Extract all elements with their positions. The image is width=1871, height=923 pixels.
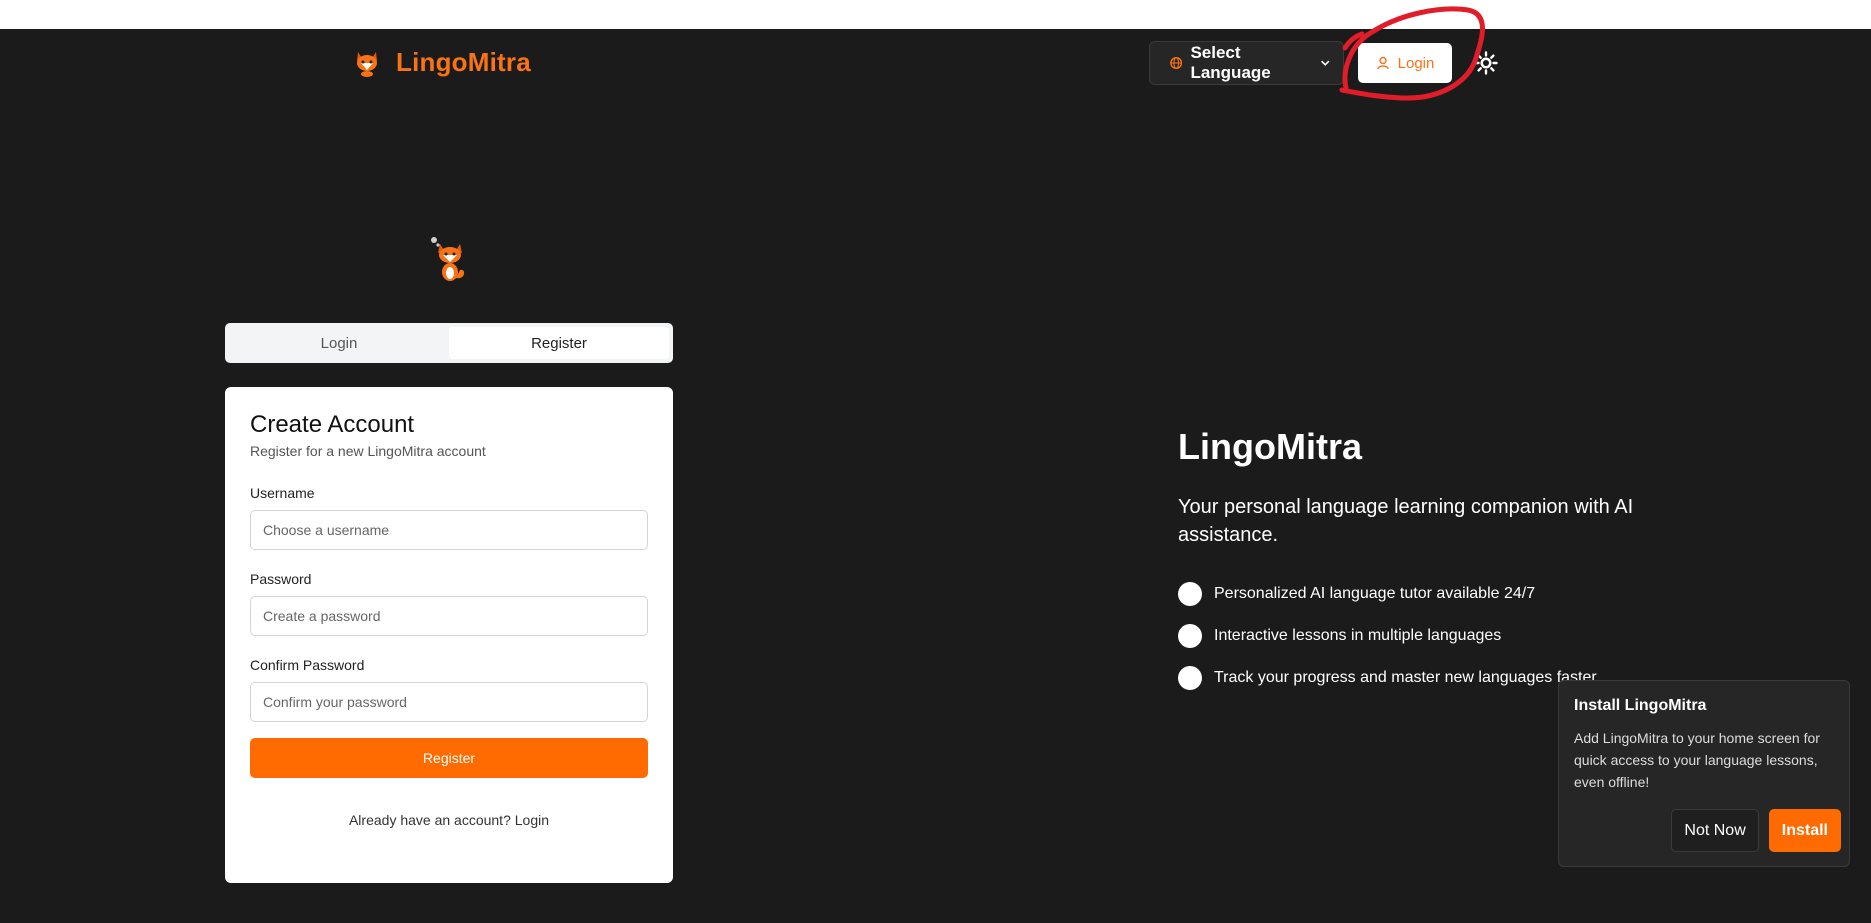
list-item: Personalized AI language tutor available… (1178, 573, 1648, 615)
brand[interactable]: LingoMitra (352, 47, 531, 78)
password-label: Password (250, 571, 312, 587)
password-input[interactable] (250, 596, 648, 636)
bullet-icon (1178, 666, 1202, 690)
hero-title: LingoMitra (1178, 426, 1362, 467)
header-login-button[interactable]: Login (1358, 43, 1452, 83)
switch-to-login-link[interactable]: Already have an account? Login (250, 812, 648, 828)
hero-tagline: Your personal language learning companio… (1178, 496, 1634, 546)
language-select-label: Select Language (1190, 43, 1271, 82)
auth-tabs: Login Register (225, 323, 673, 363)
username-input[interactable] (250, 510, 648, 550)
install-prompt: Install LingoMitra Add LingoMitra to you… (1558, 680, 1850, 867)
app-shell: LingoMitra Select Language Login Login R… (0, 29, 1871, 923)
username-label: Username (250, 485, 315, 501)
brand-name: LingoMitra (396, 47, 531, 77)
feature-text: Track your progress and master new langu… (1214, 669, 1597, 686)
install-title: Install LingoMitra (1574, 697, 1707, 714)
bullet-icon (1178, 582, 1202, 606)
install-actions: Not Now Install (1671, 809, 1841, 852)
tab-login[interactable]: Login (229, 327, 449, 359)
feature-text: Interactive lessons in multiple language… (1214, 627, 1502, 644)
card-subtitle: Register for a new LingoMitra account (250, 443, 486, 459)
not-now-button[interactable]: Not Now (1671, 809, 1759, 852)
register-button[interactable]: Register (250, 738, 648, 778)
globe-icon (1170, 56, 1183, 70)
install-body: Add LingoMitra to your home screen for q… (1574, 730, 1820, 790)
register-card: Create Account Register for a new LingoM… (225, 387, 673, 883)
theme-toggle-sun-icon[interactable] (1474, 51, 1498, 75)
feature-text: Personalized AI language tutor available… (1214, 585, 1536, 602)
confirm-password-label: Confirm Password (250, 657, 365, 673)
fox-mascot-icon (431, 237, 465, 281)
bullet-icon (1178, 624, 1202, 648)
confirm-password-input[interactable] (250, 682, 648, 722)
card-title: Create Account (250, 411, 415, 438)
hero: LingoMitra Your personal language learni… (1178, 426, 1648, 699)
list-item: Interactive lessons in multiple language… (1178, 615, 1648, 657)
header-login-label: Login (1397, 54, 1435, 72)
language-select[interactable]: Select Language (1149, 41, 1344, 85)
fox-logo-icon (357, 51, 377, 77)
tab-register[interactable]: Register (449, 327, 669, 359)
install-button[interactable]: Install (1768, 809, 1841, 852)
chevron-down-icon (1320, 60, 1329, 66)
user-icon (1376, 56, 1389, 70)
